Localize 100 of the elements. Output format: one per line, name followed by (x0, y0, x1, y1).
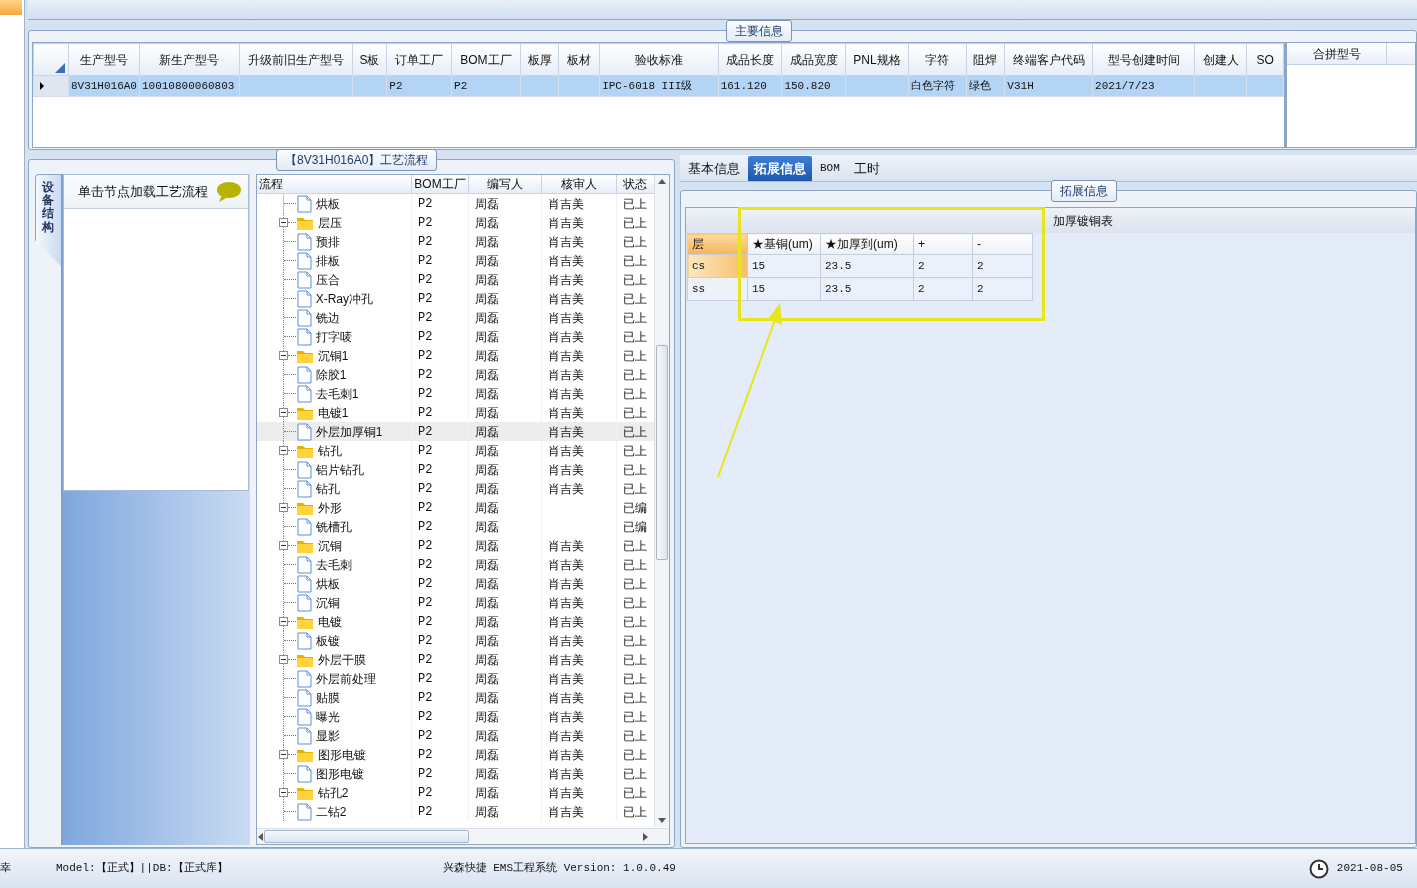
table-cell: P2 (411, 726, 469, 745)
tree-node[interactable]: 外层干膜 (317, 650, 369, 669)
tree-node[interactable]: 钻孔 (315, 479, 343, 498)
column-header[interactable]: PNL规格 (845, 43, 909, 76)
collapse-icon[interactable] (278, 408, 288, 417)
tree-node[interactable]: 沉铜1 (317, 346, 352, 365)
tree-node[interactable]: 去毛刺1 (315, 384, 362, 403)
document-icon (295, 384, 312, 403)
column-header[interactable]: 终端客户代码 (1004, 43, 1093, 76)
document-icon (295, 669, 312, 688)
collapse-icon[interactable] (278, 351, 288, 360)
tree-node[interactable]: 预排 (315, 232, 343, 251)
collapse-icon[interactable] (278, 446, 288, 455)
tree-node[interactable]: 电镀 (317, 612, 345, 631)
column-header[interactable]: 合拼型号 (1287, 43, 1387, 65)
table-cell: P2 (411, 555, 469, 574)
table-cell: 周磊 (468, 574, 542, 593)
column-header[interactable]: ★加厚到(um) (820, 233, 914, 255)
table-cell: 周磊 (468, 346, 542, 365)
tree-node[interactable]: 板镀 (315, 631, 343, 650)
column-header[interactable]: 成品宽度 (781, 43, 846, 76)
tree-node[interactable]: 烘板 (315, 194, 343, 213)
column-header[interactable]: 板材 (558, 43, 600, 76)
tree-node[interactable]: 贴膜 (315, 688, 343, 707)
column-header[interactable]: 型号创建时间 (1092, 43, 1195, 76)
vertical-scrollbar[interactable] (654, 175, 669, 827)
tree-node[interactable]: 烘板 (315, 574, 343, 593)
tree-node[interactable]: 钻孔 (317, 441, 345, 460)
column-header[interactable]: 板厚 (520, 43, 559, 76)
collapse-icon[interactable] (278, 503, 288, 512)
document-icon (295, 631, 312, 650)
column-header[interactable]: 订单工厂 (386, 43, 452, 76)
table-cell: 周磊 (468, 479, 542, 498)
column-header[interactable]: SO (1246, 43, 1284, 76)
column-header[interactable]: BOM工厂 (451, 43, 521, 76)
tree-node[interactable]: 排板 (315, 251, 343, 270)
table-cell: 肖吉美 (541, 384, 617, 403)
document-icon (295, 270, 312, 289)
column-header[interactable]: 层 (687, 233, 748, 255)
column-header[interactable]: S板 (352, 43, 387, 76)
collapse-icon[interactable] (278, 617, 288, 626)
table-cell: 已上 (616, 422, 655, 441)
tree-node[interactable]: 层压 (317, 213, 345, 232)
tree-node[interactable]: 压合 (315, 270, 343, 289)
table-cell: 周磊 (468, 726, 542, 745)
column-header[interactable]: 成品长度 (718, 43, 782, 76)
table-cell: P2 (411, 669, 469, 688)
table-cell: 肖吉美 (541, 593, 617, 612)
column-header[interactable]: 验收标准 (599, 43, 719, 76)
tree-node[interactable]: 外形 (317, 498, 345, 517)
tree-node[interactable]: X-Ray冲孔 (315, 289, 376, 308)
tab[interactable]: 拓展信息 (748, 156, 812, 181)
tree-node[interactable]: 铣边 (315, 308, 343, 327)
tree-node[interactable]: 去毛刺 (315, 555, 355, 574)
collapse-icon[interactable] (278, 655, 288, 664)
tree-node[interactable]: 二钻2 (315, 802, 350, 821)
column-header[interactable]: BOM工厂 (411, 175, 469, 194)
row-header[interactable] (33, 75, 69, 97)
table-cell: 肖吉美 (541, 707, 617, 726)
column-header[interactable]: 创建人 (1195, 43, 1247, 76)
tree-node[interactable]: 电镀1 (317, 403, 352, 422)
tree-node[interactable]: 显影 (315, 726, 343, 745)
column-header[interactable]: 字符 (908, 43, 967, 76)
column-header[interactable]: 阻焊 (966, 43, 1005, 76)
tree-node[interactable]: 图形电镀 (317, 745, 369, 764)
tree-node[interactable]: 曝光 (315, 707, 343, 726)
collapse-icon[interactable] (278, 218, 288, 227)
column-header[interactable]: 核审人 (541, 175, 617, 194)
tab[interactable]: BOM (814, 156, 846, 181)
column-header[interactable]: 新生产型号 (139, 43, 240, 76)
tree-node[interactable]: 铝片钻孔 (315, 460, 367, 479)
column-header[interactable]: 状态 (616, 175, 655, 194)
collapse-icon[interactable] (278, 788, 288, 797)
tree-node[interactable]: 铣槽孔 (315, 517, 355, 536)
tab[interactable]: 基本信息 (682, 156, 746, 181)
document-icon (295, 688, 312, 707)
column-header[interactable]: + (913, 233, 973, 255)
table-cell: 肖吉美 (541, 193, 617, 213)
column-header[interactable]: 生产型号 (68, 43, 140, 76)
hint-text: 单击节点加载工艺流程 (77, 182, 208, 201)
tree-node[interactable]: 图形电镀 (315, 764, 367, 783)
tree-node[interactable]: 除胶1 (315, 365, 350, 384)
collapse-icon[interactable] (278, 750, 288, 759)
column-header[interactable]: ★基铜(um) (747, 233, 821, 255)
tree-node[interactable]: 打字唛 (315, 327, 355, 346)
column-header[interactable]: 流程 (256, 175, 412, 194)
horizontal-scrollbar[interactable] (256, 828, 669, 844)
document-icon (295, 479, 312, 498)
tree-node[interactable]: 外层前处理 (315, 669, 379, 688)
collapse-icon[interactable] (278, 541, 288, 550)
table-cell: P2 (411, 764, 469, 783)
column-header[interactable]: 升级前旧生产型号 (239, 43, 353, 76)
side-tab[interactable]: 设备结构 (35, 174, 61, 266)
tab[interactable]: 工时 (847, 156, 886, 181)
tree-node[interactable]: 钻孔2 (317, 783, 352, 802)
column-header[interactable]: - (972, 233, 1033, 255)
table-cell: 周磊 (468, 289, 542, 308)
tree-node[interactable]: 沉铜 (317, 536, 345, 555)
tree-node[interactable]: 沉铜 (315, 593, 343, 612)
column-header[interactable]: 编写人 (468, 175, 542, 194)
